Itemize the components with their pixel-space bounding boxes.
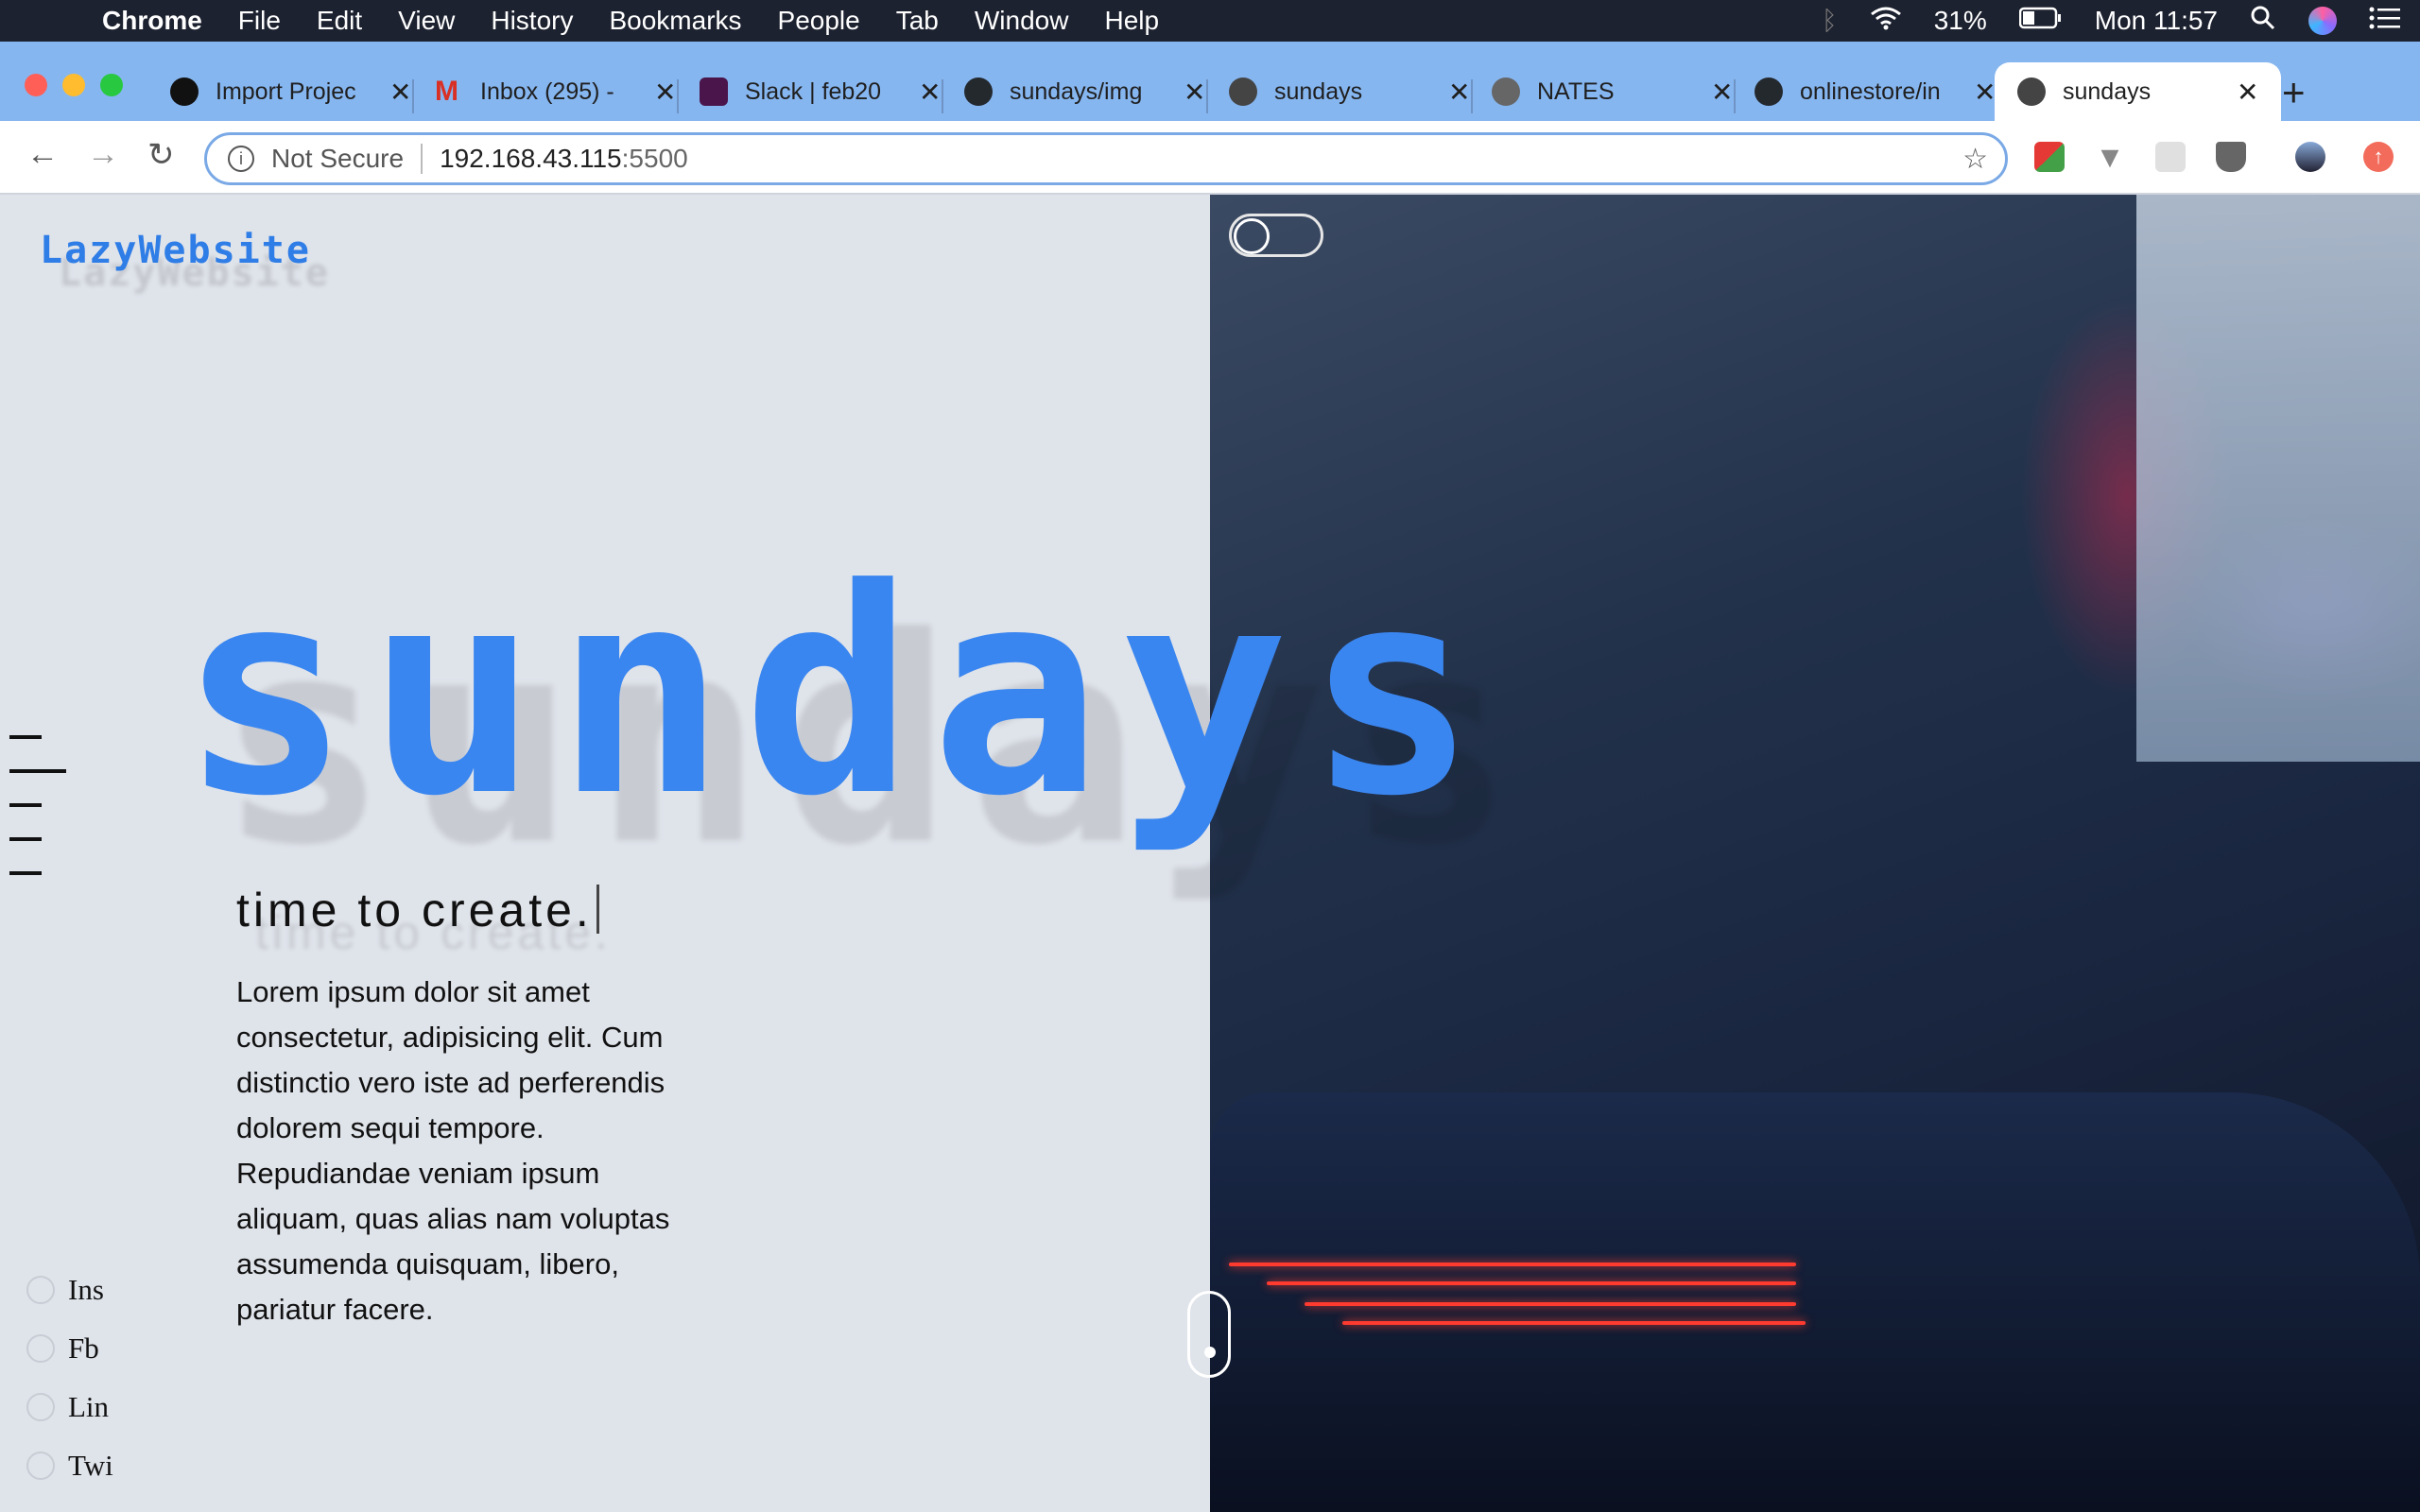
tab-title: sundays [1274,77,1363,105]
hero-title: sundays [180,528,1495,858]
info-icon[interactable]: i [228,146,254,172]
menu-history[interactable]: History [491,6,573,36]
tab-close-icon[interactable]: ✕ [919,77,941,108]
update-arrow-icon[interactable]: ↑ [2363,142,2394,172]
menu-window[interactable]: Window [975,6,1069,36]
tab-github-sundays-img[interactable]: sundays/img ✕ [964,62,1205,121]
globe-icon [2017,77,2046,106]
social-label: Fb [68,1332,99,1365]
tab-import-project[interactable]: Import Projec ✕ [170,62,411,121]
social-link-instagram[interactable]: Ins [26,1261,113,1319]
window-close-button[interactable] [25,74,47,96]
scroll-dot-icon [1204,1347,1216,1358]
extension-colorful-icon[interactable] [2034,142,2065,172]
url-port: :5500 [621,144,688,173]
menu-people[interactable]: People [778,6,860,36]
tagline: time to create. [236,883,599,937]
globe-icon [1229,77,1257,106]
social-label: Twi [68,1449,113,1482]
page-viewport: LazyWebsite LazyWebsite sundays sundays … [0,195,2420,1512]
extension-v-icon[interactable]: ▼ [2095,142,2125,172]
circle-icon [26,1334,55,1363]
spotlight-search-icon[interactable] [2250,5,2276,38]
tab-close-icon[interactable]: ✕ [654,77,676,108]
github-icon [1754,77,1783,106]
tab-title: Inbox (295) - [480,77,614,105]
social-link-linkedin[interactable]: Lin [26,1378,113,1436]
siri-icon[interactable] [2308,7,2337,35]
extension-grey-icon[interactable] [2155,142,2186,172]
vercel-icon [170,77,199,106]
menu-app-name[interactable]: Chrome [102,6,202,36]
page-icon [1492,77,1520,106]
battery-percent[interactable]: 31% [1934,6,1987,36]
bluetooth-icon[interactable]: ᛒ [1822,6,1838,36]
tab-github-onlinestore[interactable]: onlinestore/in ✕ [1754,62,1996,121]
tab-close-icon[interactable]: ✕ [1974,77,1996,108]
menu-view[interactable]: View [398,6,455,36]
text-caret [596,885,599,934]
menubar-status-area: ᛒ 31% Mon 11:57 [1822,0,2401,42]
tab-nates[interactable]: NATES ✕ [1492,62,1733,121]
tab-title: NATES [1537,77,1615,105]
menu-help[interactable]: Help [1104,6,1159,36]
tab-slack[interactable]: Slack | feb20 ✕ [700,62,941,121]
slack-icon [700,77,728,106]
theme-toggle[interactable] [1229,214,1323,257]
circle-icon [26,1393,55,1421]
social-link-facebook[interactable]: Fb [26,1319,113,1378]
window-zoom-button[interactable] [100,74,123,96]
circle-icon [26,1452,55,1480]
forward-arrow-icon[interactable]: → [87,136,119,173]
menu-tab[interactable]: Tab [896,6,939,36]
scroll-indicator[interactable] [1187,1291,1231,1378]
browser-toolbar: ← → ↻ i Not Secure 192.168.43.115 :5500 … [0,121,2420,195]
site-logo[interactable]: LazyWebsite [40,229,311,272]
social-label: Lin [68,1390,110,1423]
gmail-icon: M [435,76,458,107]
extension-shield-icon[interactable] [2216,142,2246,172]
macos-menubar: Chrome File Edit View History Bookmarks … [0,0,2420,42]
tab-close-icon[interactable]: ✕ [1184,77,1205,108]
tab-close-icon[interactable]: ✕ [2237,77,2258,108]
menu-edit[interactable]: Edit [317,6,362,36]
window-minimize-button[interactable] [62,74,85,96]
social-label: Ins [68,1273,104,1306]
wifi-icon[interactable] [1870,6,1902,37]
tab-sundays-active[interactable]: sundays ✕ [1995,62,2282,121]
notification-center-icon[interactable] [2369,6,2401,36]
hamburger-menu-icon[interactable] [9,735,70,905]
profile-avatar[interactable] [2295,142,2325,172]
menu-file[interactable]: File [238,6,281,36]
tab-title: Import Projec [216,77,356,105]
tab-close-icon[interactable]: ✕ [389,77,411,108]
battery-icon[interactable] [2018,6,2063,36]
tab-close-icon[interactable]: ✕ [1448,77,1470,108]
tab-title: Slack | feb20 [745,77,882,105]
tab-title: sundays [2063,77,2152,105]
social-link-twitter[interactable]: Twi [26,1436,113,1495]
menubar-clock[interactable]: Mon 11:57 [2095,6,2218,36]
menu-bookmarks[interactable]: Bookmarks [609,6,741,36]
security-indicator[interactable]: Not Secure [271,144,404,174]
back-arrow-icon[interactable]: ← [26,136,59,173]
tab-inbox[interactable]: M Inbox (295) - ✕ [435,62,676,121]
circle-icon [26,1276,55,1304]
tab-sundays[interactable]: sundays ✕ [1229,62,1470,121]
tab-close-icon[interactable]: ✕ [1711,77,1733,108]
tab-title: sundays/img [1010,77,1143,105]
new-tab-button[interactable]: + [2282,70,2306,115]
tagline-text: time to create. [236,884,593,936]
url-host: 192.168.43.115 [440,144,622,173]
hero-body-text: Lorem ipsum dolor sit amet consectetur, … [236,975,670,1326]
bookmark-star-icon[interactable]: ☆ [1962,143,1988,176]
social-links: Ins Fb Lin Twi [26,1261,113,1495]
address-bar[interactable]: i Not Secure 192.168.43.115 :5500 ☆ [204,132,2008,185]
github-icon [964,77,993,106]
tab-title: onlinestore/in [1800,77,1941,105]
reload-icon[interactable]: ↻ [147,136,175,174]
browser-tab-strip: Import Projec ✕ M Inbox (295) - ✕ Slack … [0,42,2420,121]
